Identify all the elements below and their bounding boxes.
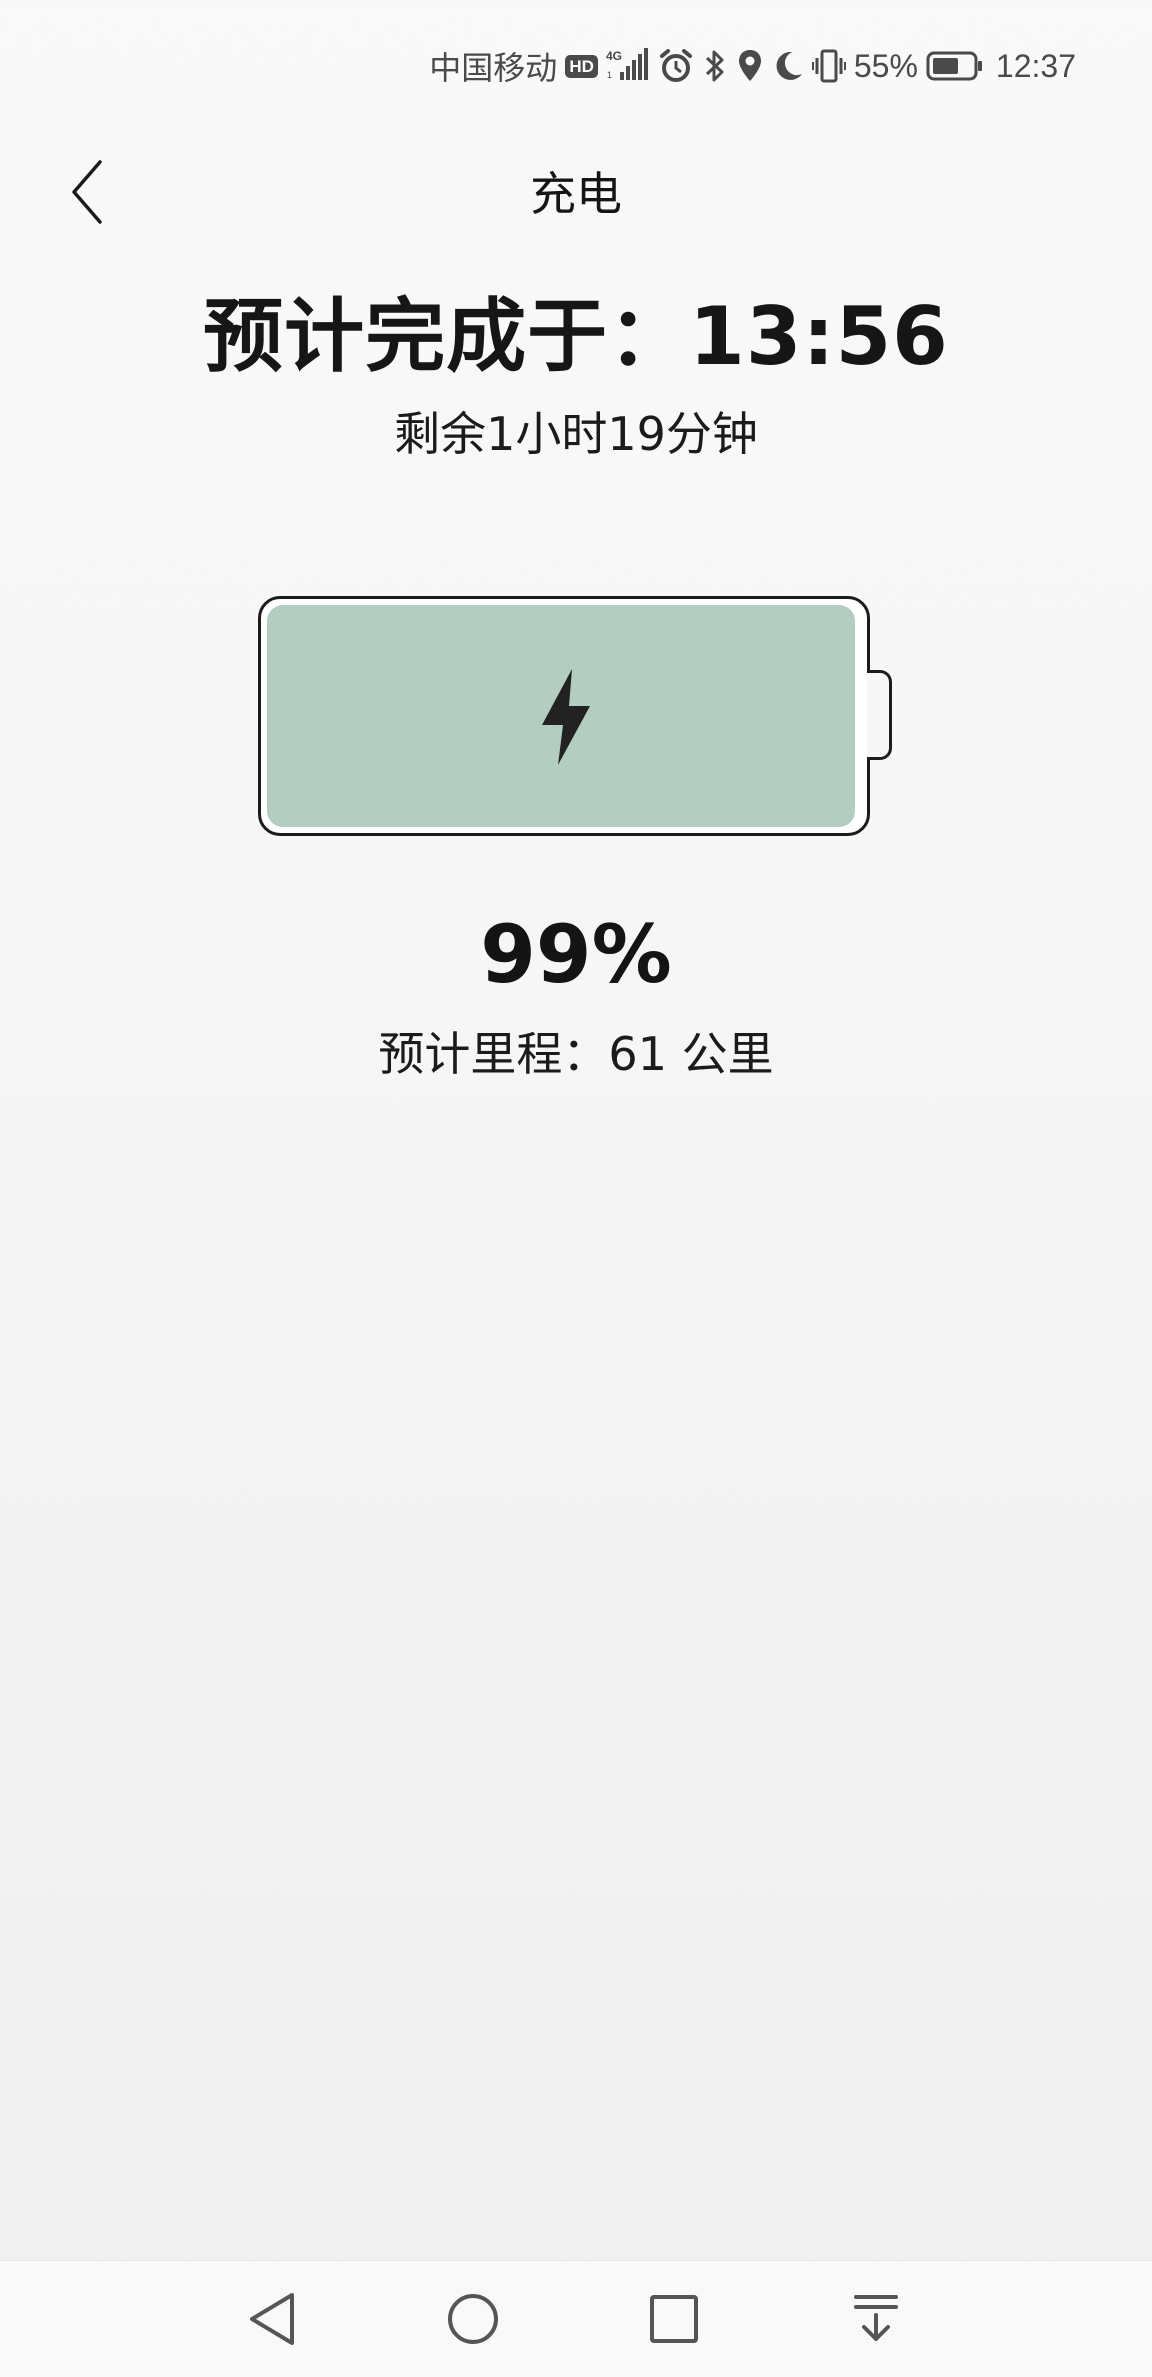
estimated-range: 预计里程：61 公里 [378,1027,774,1081]
hd-icon: HD [565,54,598,78]
battery-graphic [258,596,892,836]
nav-notification-icon [854,2295,898,2341]
nav-home-icon [448,2294,498,2344]
nav-notification-button[interactable] [846,2289,906,2349]
svg-text:1: 1 [607,70,612,80]
lightning-bolt-icon [542,669,590,765]
moon-icon [772,48,804,84]
battery-icon [926,50,984,82]
clock: 12:37 [995,47,1076,84]
nav-back-icon [250,2293,294,2345]
page-title: 充电 [530,167,622,221]
estimated-finish-time: 预计完成于：13:56 [203,290,949,383]
navigation-bar [0,2260,1152,2377]
nav-home-button[interactable] [443,2289,503,2349]
battery-tip [867,670,892,760]
battery-body [258,596,870,836]
nav-back-button[interactable] [242,2289,302,2349]
header: 充电 [0,130,1152,254]
battery-percentage: 55% [853,47,918,84]
bluetooth-icon [702,48,728,84]
status-bar: 中国移动 HD 4G 1 55% 12:37 [0,0,1152,130]
alarm-icon [658,48,694,84]
svg-text:4G: 4G [606,49,622,63]
location-icon [736,48,764,84]
nav-recents-icon [650,2295,698,2343]
signal-4g-icon: 4G 1 [606,48,650,84]
time-remaining: 剩余1小时19分钟 [394,407,758,461]
carrier-name: 中国移动 [429,49,558,87]
nav-recents-button[interactable] [644,2289,704,2349]
vibrate-icon [811,48,846,84]
charge-percentage: 99% [480,908,672,1001]
status-icons: 中国移动 HD 4G 1 55% 12:37 [429,44,1076,88]
